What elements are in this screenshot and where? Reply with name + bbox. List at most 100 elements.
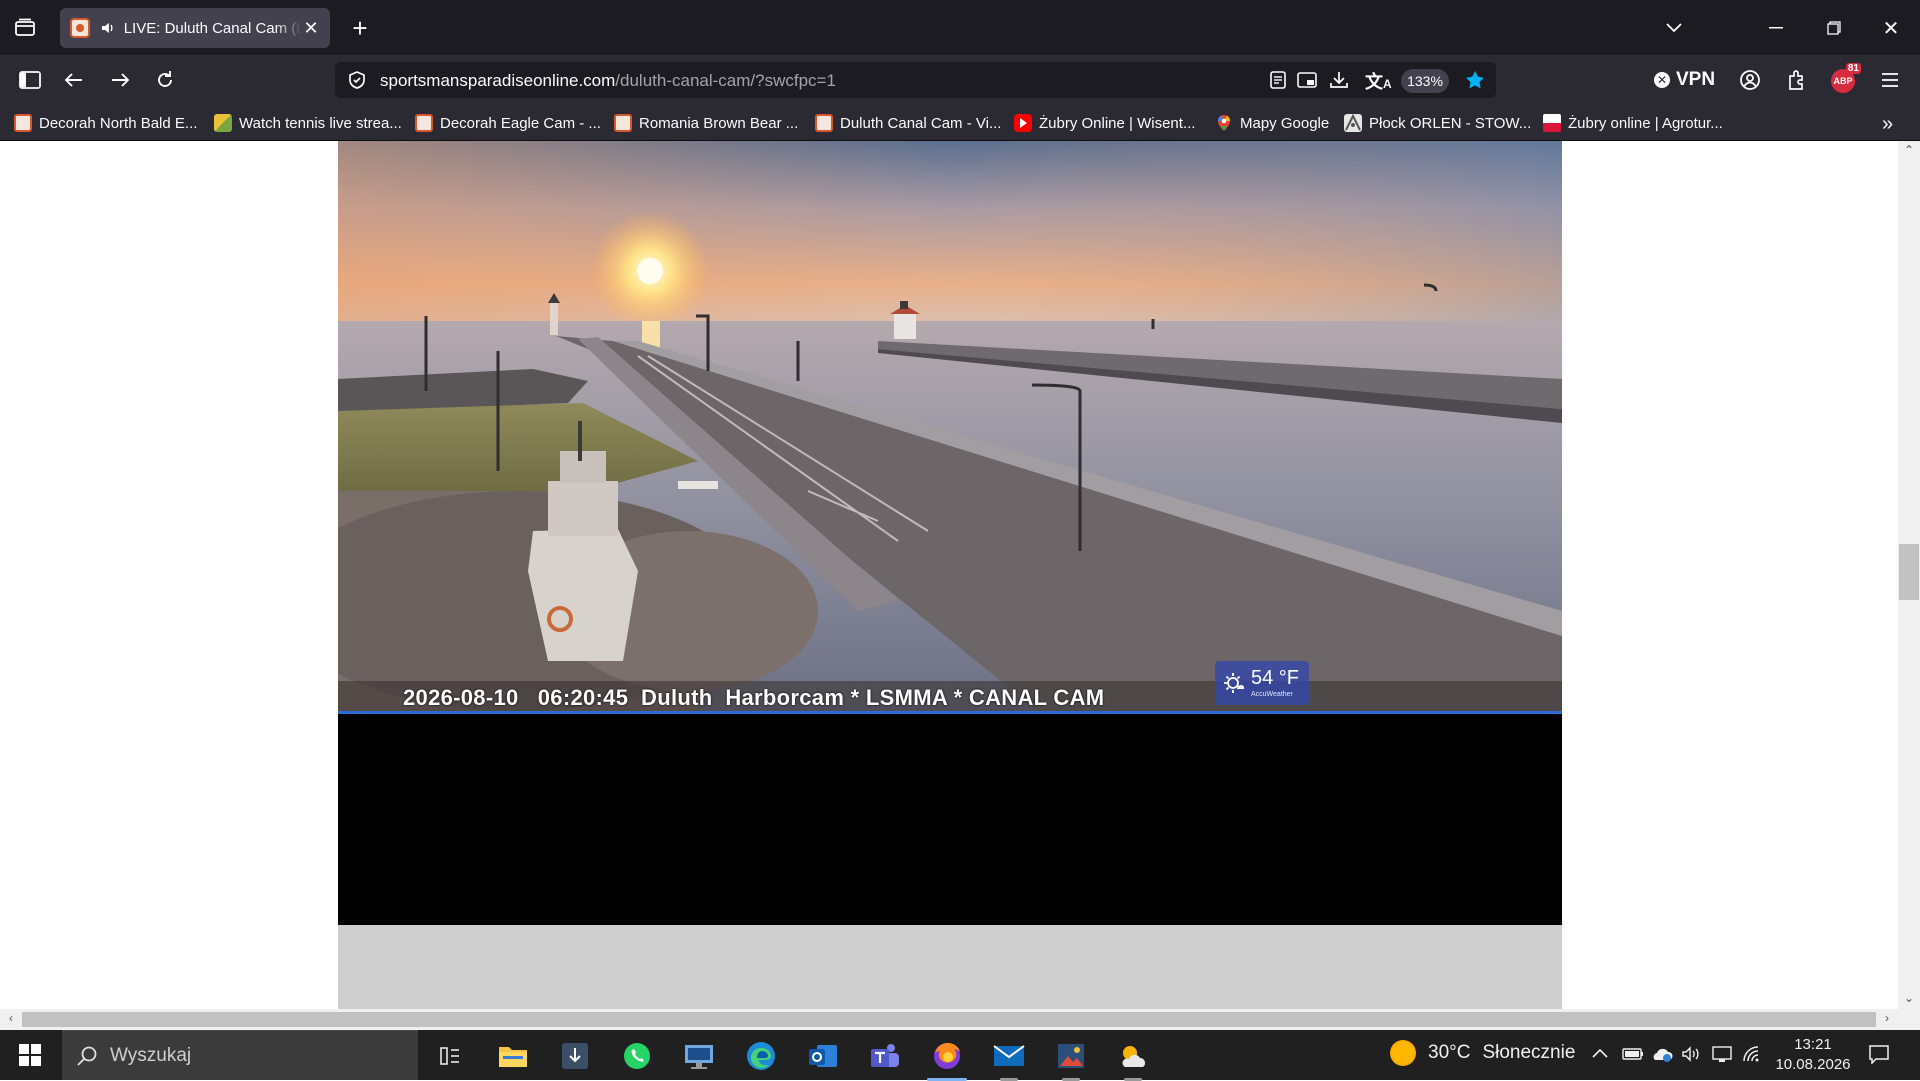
poland-flag-icon xyxy=(1543,114,1561,132)
account-icon[interactable] xyxy=(1736,66,1764,94)
cam-favicon-icon xyxy=(14,114,32,132)
cam-favicon-icon xyxy=(815,114,833,132)
remote-desktop-icon[interactable] xyxy=(670,1035,728,1077)
cam-favicon-icon xyxy=(70,18,90,38)
tab-duluth-canal-cam[interactable]: LIVE: Duluth Canal Cam (Live) ✕ xyxy=(60,8,330,48)
url-path: /duluth-canal-cam/?swcfpc=1 xyxy=(615,71,836,90)
navigation-toolbar: sportsmansparadiseonline.com/duluth-cana… xyxy=(0,55,1920,105)
wifi-icon[interactable] xyxy=(1742,1045,1762,1068)
horizontal-scrollbar[interactable]: ‹ › xyxy=(0,1009,1920,1030)
bookmark-star-icon[interactable] xyxy=(1464,69,1486,91)
bookmark-label: Płock ORLEN - STOW... xyxy=(1369,114,1532,132)
cam-favicon-icon xyxy=(614,114,632,132)
taskbar-weather-widget[interactable]: 30°C Słonecznie xyxy=(1390,1040,1575,1066)
clock-date: 10.08.2026 xyxy=(1775,1056,1851,1073)
file-explorer-icon[interactable] xyxy=(484,1035,542,1077)
volume-icon[interactable] xyxy=(1681,1046,1701,1067)
teams-icon[interactable] xyxy=(856,1035,914,1077)
adblock-count-badge: 81 xyxy=(1845,63,1861,74)
vpn-label: VPN xyxy=(1676,69,1716,90)
task-view-icon[interactable] xyxy=(421,1035,479,1077)
tab-close-icon[interactable]: ✕ xyxy=(302,18,320,39)
scroll-right-arrow-icon[interactable]: › xyxy=(1876,1011,1898,1025)
close-window-icon[interactable]: ✕ xyxy=(1877,14,1905,42)
url-domain: sportsmansparadiseonline.com xyxy=(380,71,616,90)
speaker-icon[interactable] xyxy=(100,20,116,36)
bookmark-label: Romania Brown Bear ... xyxy=(639,114,799,132)
page-viewport: 2026-08-10 06:20:45 Duluth Harborcam * L… xyxy=(0,141,1920,1030)
scroll-down-arrow-icon[interactable]: ⌄ xyxy=(1898,991,1920,1005)
bookmark-decorah-north[interactable]: Decorah North Bald E... xyxy=(14,112,197,134)
tab-title: LIVE: Duluth Canal Cam (Live) xyxy=(123,19,303,37)
battery-icon[interactable] xyxy=(1622,1047,1644,1066)
tab-bar: LIVE: Duluth Canal Cam (Live) ✕ + ✕ xyxy=(0,0,1920,55)
horizontal-scroll-thumb[interactable] xyxy=(22,1012,1876,1027)
bookmark-plock-orlen[interactable]: Płock ORLEN - STOW... xyxy=(1344,112,1531,134)
webcam-scene-image xyxy=(338,141,1562,711)
new-tab-button[interactable]: + xyxy=(345,13,375,43)
minimize-icon[interactable] xyxy=(1762,14,1790,42)
onedrive-icon[interactable] xyxy=(1651,1046,1673,1067)
bookmark-zubry-wisent[interactable]: Żubry Online | Wisent... xyxy=(1014,112,1195,134)
scroll-left-arrow-icon[interactable]: ‹ xyxy=(0,1011,22,1025)
url-text[interactable]: sportsmansparadiseonline.com/duluth-cana… xyxy=(380,71,836,91)
bookmark-label: Decorah North Bald E... xyxy=(39,114,198,132)
notifications-icon[interactable] xyxy=(1868,1044,1890,1069)
taskbar-search-box[interactable]: Wyszukaj xyxy=(62,1030,418,1080)
bookmark-label: Żubry online | Agrotur... xyxy=(1568,114,1723,132)
forward-button[interactable] xyxy=(106,66,134,94)
bookmark-romania-bear[interactable]: Romania Brown Bear ... xyxy=(614,112,798,134)
extensions-icon[interactable] xyxy=(1783,66,1811,94)
firefox-icon[interactable] xyxy=(918,1035,976,1081)
search-icon xyxy=(77,1046,97,1066)
save-to-pocket-icon[interactable] xyxy=(1329,70,1349,90)
tennis-favicon-icon xyxy=(214,114,232,132)
vertical-scroll-thumb[interactable] xyxy=(1899,544,1919,600)
weather-overlay-badge: 54 °F AccuWeather xyxy=(1215,661,1309,705)
bookmarks-overflow-chevron-icon[interactable]: » xyxy=(1882,113,1893,136)
app-icon[interactable] xyxy=(546,1035,604,1077)
back-button[interactable] xyxy=(60,66,88,94)
site-security-icon[interactable] xyxy=(347,70,367,90)
scroll-up-arrow-icon[interactable]: ⌃ xyxy=(1898,143,1920,157)
url-bar[interactable]: sportsmansparadiseonline.com/duluth-cana… xyxy=(335,62,1496,98)
edge-icon[interactable] xyxy=(732,1035,790,1077)
reload-button[interactable] xyxy=(151,66,179,94)
bookmark-label: Decorah Eagle Cam - ... xyxy=(440,114,601,132)
chevron-down-icon[interactable] xyxy=(1660,14,1688,42)
taskbar-weather-description: Słonecznie xyxy=(1482,1042,1576,1063)
video-letterbox-area xyxy=(338,714,1562,925)
windows-logo-icon xyxy=(19,1044,41,1066)
vertical-scrollbar[interactable]: ⌃ ⌄ xyxy=(1898,141,1920,1009)
adblock-extension-icon[interactable]: ABP 81 xyxy=(1829,63,1861,93)
chevron-up-icon[interactable] xyxy=(1592,1046,1608,1064)
mail-icon[interactable] xyxy=(980,1035,1038,1081)
translate-icon[interactable]: 文A xyxy=(1365,68,1392,94)
display-icon[interactable] xyxy=(1712,1045,1732,1068)
bookmark-google-maps[interactable]: Mapy Google xyxy=(1215,112,1329,134)
picture-in-picture-icon[interactable] xyxy=(1297,71,1317,89)
start-button[interactable] xyxy=(0,1030,60,1080)
zoom-level-badge[interactable]: 133% xyxy=(1401,69,1449,93)
page-content-column: 2026-08-10 06:20:45 Duluth Harborcam * L… xyxy=(338,141,1562,1009)
tab-list-icon[interactable] xyxy=(10,15,40,41)
taskbar-clock[interactable]: 13:21 10.08.2026 xyxy=(1772,1035,1854,1075)
outlook-icon[interactable] xyxy=(794,1035,852,1077)
vpn-button[interactable]: ✕ VPN xyxy=(1654,67,1715,93)
weather-app-icon[interactable] xyxy=(1104,1035,1162,1081)
sidebar-toggle-icon[interactable] xyxy=(16,66,44,94)
weather-temperature: 54 °F xyxy=(1251,667,1300,689)
reader-view-icon[interactable] xyxy=(1269,71,1287,89)
bookmark-tennis[interactable]: Watch tennis live strea... xyxy=(214,112,402,134)
bookmark-label: Żubry Online | Wisent... xyxy=(1039,114,1196,132)
vpn-disconnected-icon: ✕ xyxy=(1654,72,1670,88)
bookmark-duluth-canal[interactable]: Duluth Canal Cam - Vi... xyxy=(815,112,1001,134)
bookmark-decorah-eagle[interactable]: Decorah Eagle Cam - ... xyxy=(415,112,601,134)
live-video-player[interactable]: 2026-08-10 06:20:45 Duluth Harborcam * L… xyxy=(338,141,1562,711)
whatsapp-icon[interactable] xyxy=(608,1035,666,1077)
taskbar-temperature: 30°C xyxy=(1428,1042,1471,1063)
media-app-icon[interactable] xyxy=(1042,1035,1100,1081)
restore-icon[interactable] xyxy=(1820,14,1848,42)
menu-icon[interactable] xyxy=(1876,66,1904,94)
bookmark-zubry-agrotur[interactable]: Żubry online | Agrotur... xyxy=(1543,112,1723,134)
